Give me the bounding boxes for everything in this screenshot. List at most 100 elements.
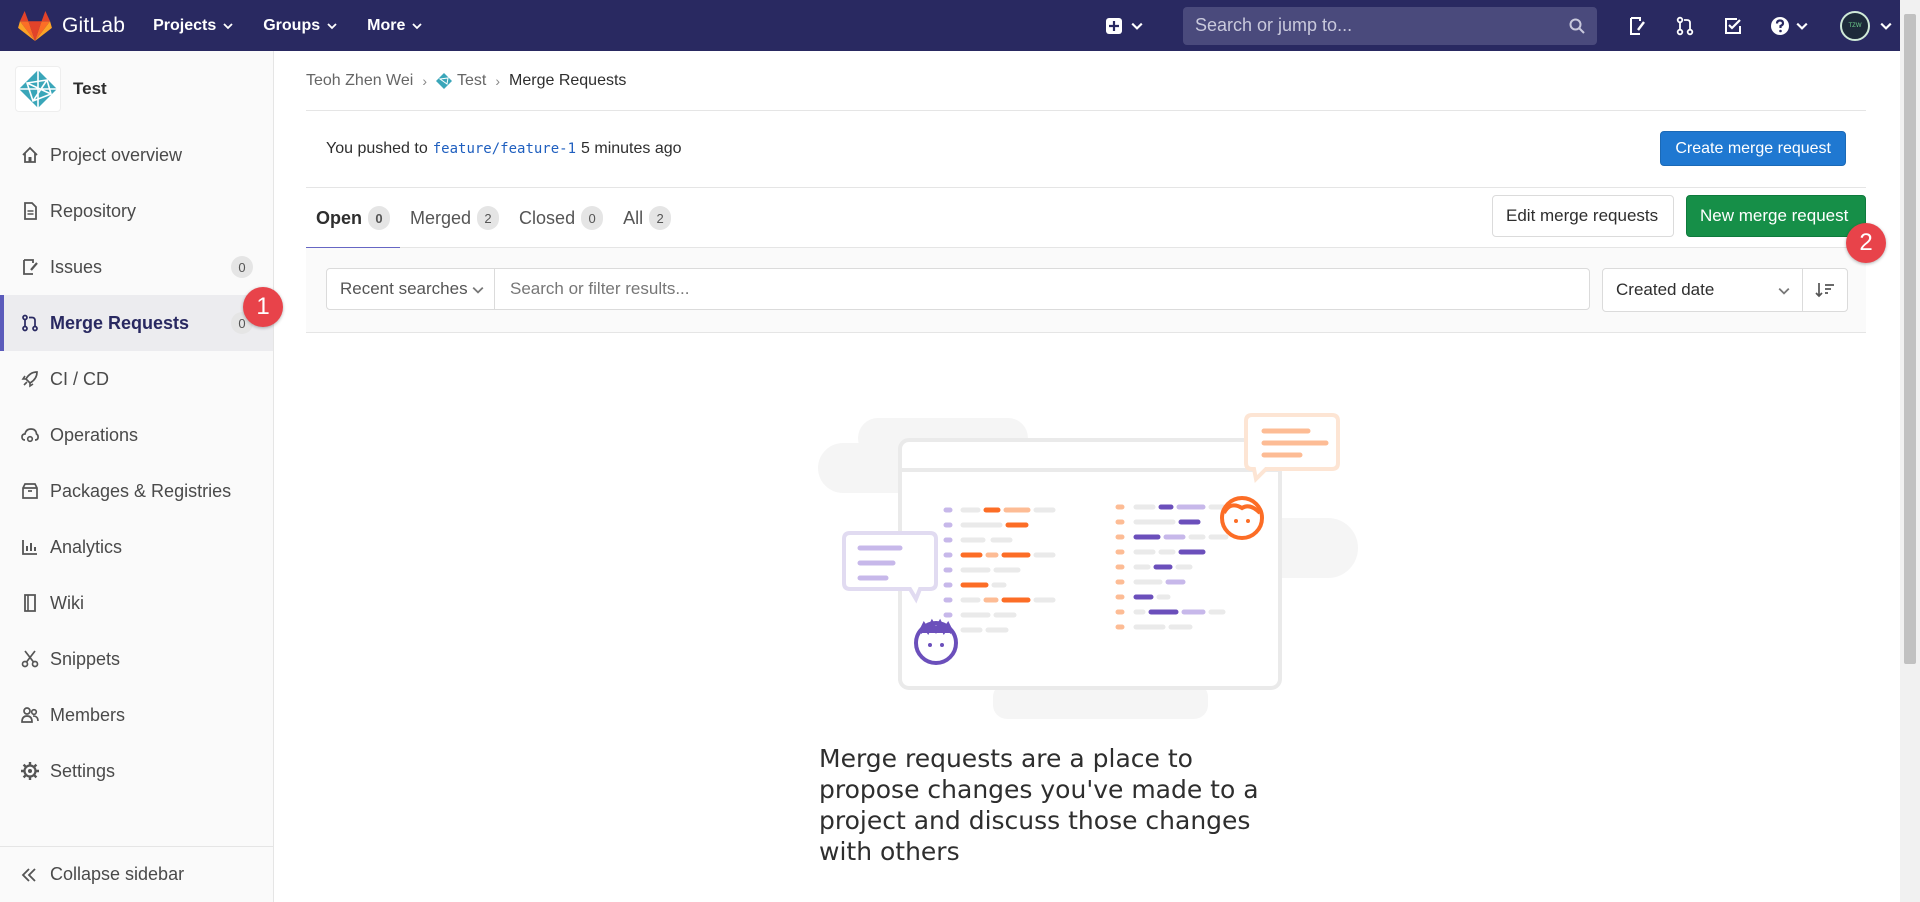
push-time: 5 minutes ago bbox=[581, 140, 682, 157]
nav-projects[interactable]: Projects bbox=[153, 17, 233, 35]
tab-merged-label: Merged bbox=[410, 207, 472, 228]
issues-shortcut-button[interactable] bbox=[1625, 14, 1649, 38]
book-icon bbox=[24, 594, 36, 612]
chevron-down-icon bbox=[472, 286, 484, 294]
annotation-marker-2: 2 bbox=[1846, 223, 1886, 263]
sidebar-item-snippets[interactable]: Snippets bbox=[0, 631, 273, 687]
page-scrollbar[interactable] bbox=[1900, 0, 1920, 902]
sidebar-item-label: Repository bbox=[50, 200, 137, 221]
sidebar-project-header[interactable]: Test bbox=[0, 51, 273, 127]
issues-icon bbox=[1630, 16, 1645, 35]
gear-icon bbox=[21, 762, 39, 780]
project-name: Test bbox=[73, 79, 107, 98]
sidebar-item-label: Analytics bbox=[50, 536, 123, 557]
edit-merge-requests-button[interactable]: Edit merge requests bbox=[1492, 195, 1674, 237]
tab-merged[interactable]: Merged 2 bbox=[400, 188, 509, 248]
breadcrumb-current[interactable]: Merge Requests bbox=[509, 72, 626, 90]
sidebar-item-merge-requests[interactable]: Merge Requests 0 bbox=[0, 295, 273, 351]
sidebar-item-label: Snippets bbox=[50, 648, 121, 669]
tab-closed-label: Closed bbox=[519, 207, 576, 228]
sort-direction-button[interactable] bbox=[1803, 269, 1847, 311]
new-dropdown-button[interactable] bbox=[1105, 17, 1153, 35]
filter-bar: Recent searches Created date bbox=[306, 248, 1866, 333]
tab-open[interactable]: Open 0 bbox=[306, 188, 401, 249]
sort-dropdown[interactable]: Created date bbox=[1603, 269, 1803, 311]
user-avatar: TZW bbox=[1840, 10, 1870, 41]
breadcrumb-project-icon bbox=[436, 72, 452, 89]
search-placeholder: Search or jump to... bbox=[1195, 15, 1353, 35]
sidebar-item-ci-cd[interactable]: CI / CD bbox=[0, 351, 273, 407]
new-merge-request-button[interactable]: New merge request bbox=[1686, 195, 1866, 237]
double-chevron-left-icon bbox=[21, 867, 36, 882]
project-logo-icon bbox=[19, 70, 57, 108]
scissors-icon bbox=[21, 650, 39, 668]
chevron-down-icon bbox=[1880, 22, 1892, 30]
nav-groups-label: Groups bbox=[263, 16, 321, 34]
help-dropdown-button[interactable] bbox=[1767, 14, 1811, 38]
push-branch-link[interactable]: feature/feature-1 bbox=[433, 141, 576, 157]
sidebar-item-operations[interactable]: Operations bbox=[0, 407, 273, 463]
nav-more[interactable]: More bbox=[367, 17, 422, 35]
chevron-down-icon bbox=[327, 22, 337, 29]
project-sidebar: Test Project overview Repository Issues … bbox=[0, 51, 274, 902]
chevron-down-icon bbox=[223, 22, 233, 29]
merge-requests-illustration-icon bbox=[818, 413, 1358, 719]
gitlab-logo-icon bbox=[18, 10, 52, 41]
tab-all-label: All bbox=[623, 207, 644, 228]
todos-shortcut-button[interactable] bbox=[1721, 14, 1745, 38]
annotation-marker-1: 1 bbox=[243, 287, 283, 327]
plus-square-icon bbox=[1106, 17, 1122, 34]
sort-label: Created date bbox=[1616, 280, 1715, 299]
filter-group: Recent searches bbox=[326, 268, 1590, 310]
sidebar-item-label: Operations bbox=[50, 424, 139, 445]
sidebar-item-label: Issues bbox=[50, 256, 103, 277]
recent-searches-label: Recent searches bbox=[340, 279, 468, 298]
gitlab-home-link[interactable]: GitLab bbox=[18, 0, 125, 51]
avatar-initials: TZW bbox=[1848, 22, 1862, 29]
document-icon bbox=[24, 202, 37, 220]
sidebar-item-label: Wiki bbox=[50, 592, 84, 613]
user-menu-button[interactable]: TZW bbox=[1839, 10, 1893, 41]
sidebar-item-issues[interactable]: Issues 0 bbox=[0, 239, 273, 295]
tab-all-count: 2 bbox=[649, 206, 672, 230]
sidebar-item-repository[interactable]: Repository bbox=[0, 183, 273, 239]
nav-more-label: More bbox=[367, 16, 406, 34]
users-icon bbox=[21, 707, 39, 723]
sidebar-item-label: Merge Requests bbox=[50, 312, 190, 333]
sidebar-item-project-overview[interactable]: Project overview bbox=[0, 127, 273, 183]
top-navbar: GitLab Projects Groups More Search or ju… bbox=[0, 0, 1900, 51]
create-merge-request-button[interactable]: Create merge request bbox=[1660, 131, 1846, 166]
package-icon bbox=[22, 483, 38, 499]
sidebar-item-label: Settings bbox=[50, 760, 116, 781]
push-prefix: You pushed to bbox=[326, 140, 428, 157]
recent-searches-dropdown[interactable]: Recent searches bbox=[327, 269, 495, 309]
merge-requests-shortcut-button[interactable] bbox=[1673, 14, 1697, 38]
recent-push-banner: You pushed to feature/feature-1 5 minute… bbox=[306, 111, 1866, 188]
sidebar-item-members[interactable]: Members bbox=[0, 687, 273, 743]
tab-open-count: 0 bbox=[368, 206, 391, 230]
filter-search-input[interactable] bbox=[495, 269, 1589, 309]
issues-count-badge: 0 bbox=[231, 256, 253, 278]
breadcrumb-project[interactable]: Test bbox=[457, 72, 486, 90]
tab-all[interactable]: All 2 bbox=[613, 188, 681, 248]
collapse-sidebar-button[interactable]: Collapse sidebar bbox=[0, 846, 273, 902]
breadcrumb-owner[interactable]: Teoh Zhen Wei bbox=[306, 72, 413, 90]
sort-group: Created date bbox=[1602, 268, 1848, 312]
chevron-down-icon bbox=[1131, 22, 1143, 30]
nav-groups[interactable]: Groups bbox=[263, 17, 337, 35]
sidebar-item-packages-registries[interactable]: Packages & Registries bbox=[0, 463, 273, 519]
merge-request-tabs-row: Open 0 Merged 2 Closed 0 All 2 Edit merg… bbox=[306, 188, 1866, 249]
todo-check-icon bbox=[1725, 17, 1741, 34]
sidebar-item-settings[interactable]: Settings bbox=[0, 743, 273, 799]
sidebar-item-label: Project overview bbox=[50, 144, 183, 165]
project-avatar bbox=[15, 66, 61, 112]
merge-request-icon bbox=[22, 314, 38, 332]
global-search-input[interactable]: Search or jump to... bbox=[1183, 6, 1597, 45]
sidebar-item-label: Packages & Registries bbox=[50, 480, 232, 501]
tab-closed[interactable]: Closed 0 bbox=[509, 188, 613, 248]
search-icon bbox=[1569, 18, 1585, 34]
scrollbar-thumb[interactable] bbox=[1904, 14, 1916, 664]
sidebar-item-wiki[interactable]: Wiki bbox=[0, 575, 273, 631]
cloud-gear-icon bbox=[21, 428, 39, 443]
sidebar-item-analytics[interactable]: Analytics bbox=[0, 519, 273, 575]
